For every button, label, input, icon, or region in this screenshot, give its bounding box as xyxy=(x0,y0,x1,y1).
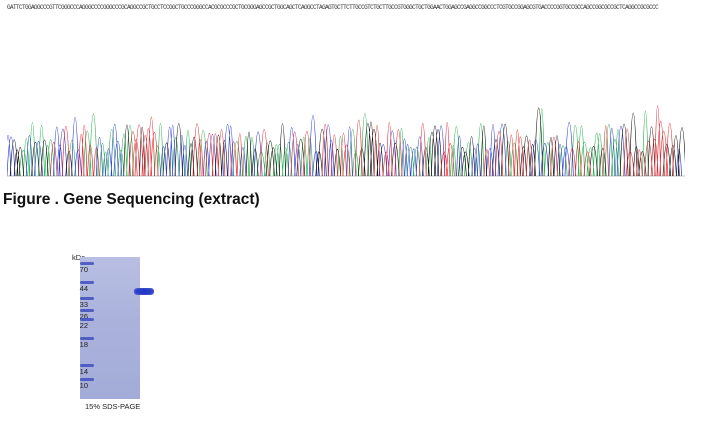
ladder-band-18 xyxy=(80,336,94,340)
figure-caption: Figure . Gene Sequencing (extract) xyxy=(3,191,260,208)
ladder-band-14 xyxy=(80,363,94,367)
sample-band xyxy=(134,288,154,295)
mw-marker-label-70: 70 xyxy=(79,265,88,274)
ladder-band-10 xyxy=(80,377,94,381)
ladder-band-26 xyxy=(80,308,94,312)
ladder-band-33 xyxy=(80,296,94,300)
sds-page-gel-figure: kDa 70 44 33 26 22 18 14 10 15% SDS-PAGE xyxy=(60,250,160,415)
mw-marker-label-33: 33 xyxy=(79,300,88,309)
mw-marker-label-18: 18 xyxy=(79,340,88,349)
gel-caption: 15% SDS-PAGE xyxy=(85,402,141,411)
mw-marker-label-22: 22 xyxy=(79,321,88,330)
sequencing-chromatogram xyxy=(7,105,685,177)
mw-marker-label-14: 14 xyxy=(79,367,88,376)
sequence-header: GATTCTGGAGGCCCGTTCGGGCCCAGGGCCCCGGGCCCGC… xyxy=(7,4,659,11)
mw-marker-label-44: 44 xyxy=(79,284,88,293)
mw-marker-label-10: 10 xyxy=(79,381,88,390)
trace-t xyxy=(50,105,674,177)
ladder-band-22 xyxy=(80,317,94,321)
ladder-band-44 xyxy=(80,280,94,284)
ladder-band-70 xyxy=(80,261,94,265)
